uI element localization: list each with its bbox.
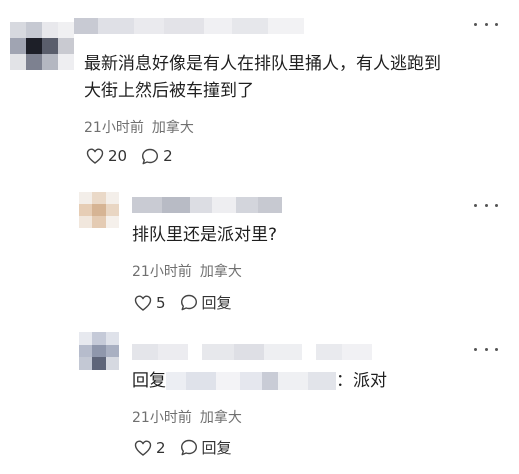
comment-meta: 21小时前 加拿大: [132, 261, 242, 281]
like-count: 20: [108, 147, 128, 165]
comment-text-line-1: 排队里还是派对里?: [132, 225, 278, 245]
comment-meta: 21小时前 加拿大: [132, 407, 242, 427]
like-count: 5: [156, 293, 166, 312]
like-button[interactable]: 20: [86, 147, 127, 165]
like-button[interactable]: 2: [134, 439, 166, 457]
avatar[interactable]: [79, 332, 119, 370]
comment-text-line-2: 大街上然后被车撞到了: [84, 81, 254, 101]
reply-label: 回复: [201, 294, 232, 312]
reply-count: 2: [163, 147, 173, 165]
comment-meta: 21小时前 加拿大: [84, 117, 194, 137]
more-horizontal-icon[interactable]: [474, 343, 498, 355]
comment-bubble-icon: [180, 294, 197, 311]
like-button[interactable]: 5: [134, 294, 166, 312]
comment-button[interactable]: 2: [141, 147, 173, 165]
avatar[interactable]: [10, 22, 74, 70]
avatar[interactable]: [79, 192, 119, 228]
username-blurred[interactable]: [74, 18, 304, 34]
username-blurred[interactable]: [132, 197, 282, 213]
heart-outline-icon: [134, 440, 152, 456]
reply-suffix: ：派对: [336, 371, 387, 391]
comment-bubble-icon: [142, 148, 159, 164]
heart-outline-icon: [86, 148, 104, 164]
comment-2: 排队里还是派对里? 21小时前 加拿大 5 回复: [0, 175, 519, 320]
timestamp: 21小时前: [84, 120, 144, 136]
reply-button[interactable]: 回复: [180, 292, 232, 313]
heart-outline-icon: [134, 295, 152, 311]
reply-button[interactable]: 回复: [180, 437, 232, 458]
location: 加拿大: [199, 410, 242, 426]
username-blurred[interactable]: [132, 344, 372, 360]
reply-prefix: 回复: [132, 371, 166, 391]
timestamp: 21小时前: [132, 264, 192, 280]
comment-actions: 5 回复: [134, 292, 232, 313]
mentioned-username-blurred[interactable]: [166, 372, 336, 390]
reply-text: 回复 ：派对: [132, 368, 387, 395]
comment-bubble-icon: [180, 439, 197, 456]
reply-label: 回复: [201, 439, 232, 457]
location: 加拿大: [199, 264, 242, 280]
like-count: 2: [156, 438, 166, 457]
comment-text-line-1: 最新消息好像是有人在排队里捅人，有人逃跑到: [84, 54, 441, 74]
comment-actions: 2 回复: [134, 437, 232, 458]
more-horizontal-icon[interactable]: [474, 199, 498, 211]
comment-1: 最新消息好像是有人在排队里捅人，有人逃跑到 大街上然后被车撞到了 21小时前 加拿…: [0, 0, 519, 175]
location: 加拿大: [151, 120, 194, 136]
timestamp: 21小时前: [132, 410, 192, 426]
comment-actions: 20 2: [86, 147, 173, 165]
more-horizontal-icon[interactable]: [474, 18, 498, 30]
comment-3: 回复 ：派对 21小时前 加拿大 2 回复: [0, 320, 519, 474]
